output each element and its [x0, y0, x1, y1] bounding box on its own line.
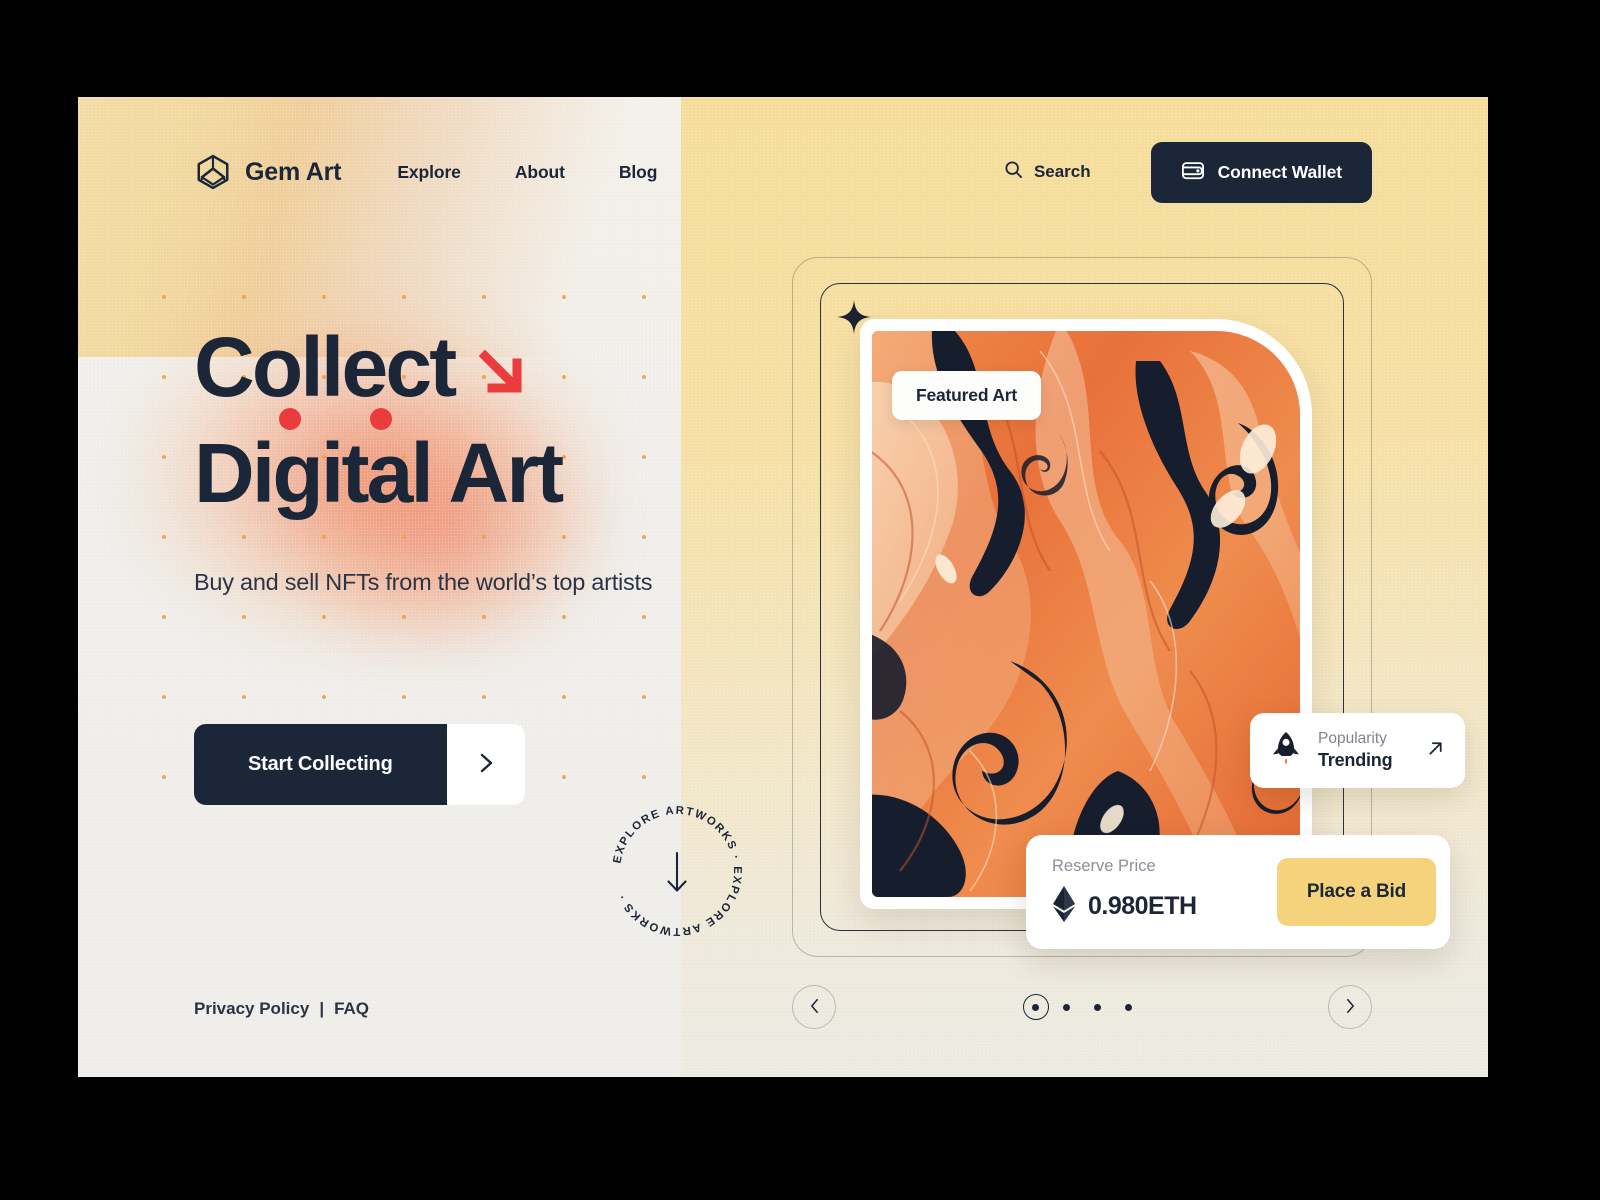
chevron-right-icon	[1343, 997, 1358, 1018]
headline-line-1-row: Collect	[194, 325, 834, 409]
brand-logo-group[interactable]: Gem Art	[194, 153, 342, 191]
faq-link[interactable]: FAQ	[334, 999, 369, 1019]
artwork-carousel-controls	[792, 985, 1372, 1029]
nav-item-blog[interactable]: Blog	[619, 162, 658, 183]
start-collecting-group: Start Collecting	[194, 724, 525, 805]
page-title: Collect Digital Art	[194, 325, 834, 515]
carousel-dots	[1032, 1003, 1132, 1011]
arrow-down-right-icon	[472, 333, 530, 401]
chevron-right-icon	[476, 751, 496, 778]
connect-wallet-button[interactable]: Connect Wallet	[1150, 141, 1372, 203]
footer-links: Privacy Policy | FAQ	[194, 999, 369, 1019]
popularity-card[interactable]: Popularity Trending	[1250, 713, 1466, 788]
page-canvas: Gem Art Explore About Blog Search Connec…	[78, 97, 1488, 1077]
carousel-dot-4[interactable]	[1125, 1003, 1132, 1011]
artwork-showcase: Featured Art Popularity Trending Reserve…	[792, 257, 1466, 957]
carousel-dot-3[interactable]	[1094, 1003, 1101, 1011]
arrow-up-right-icon[interactable]	[1426, 739, 1445, 763]
carousel-dot-2[interactable]	[1063, 1003, 1070, 1011]
popularity-value: Trending	[1318, 750, 1393, 770]
reserve-price-row: 0.980ETH	[1052, 886, 1197, 927]
hero-subtitle: Buy and sell NFTs from the world’s top a…	[194, 569, 653, 595]
reserve-price-label: Reserve Price	[1052, 857, 1156, 875]
hero-section: Collect Digital Art Buy and sell NFTs fr…	[194, 325, 834, 596]
reserve-price-info: Reserve Price 0.980ETH	[1052, 857, 1197, 927]
rocket-icon	[1270, 731, 1302, 770]
nav-item-explore[interactable]: Explore	[397, 162, 461, 183]
carousel-dot-1[interactable]	[1032, 1003, 1039, 1011]
brand-name: Gem Art	[245, 157, 342, 186]
privacy-policy-link[interactable]: Privacy Policy	[194, 999, 309, 1019]
nav-item-about[interactable]: About	[515, 162, 565, 183]
main-nav: Explore About Blog	[397, 162, 657, 183]
search-icon	[1004, 160, 1023, 184]
chevron-left-icon	[807, 997, 822, 1018]
artwork-matte: Featured Art	[860, 319, 1312, 909]
popularity-label: Popularity	[1318, 730, 1387, 747]
place-a-bid-button[interactable]: Place a Bid	[1276, 858, 1436, 926]
ethereum-icon	[1052, 886, 1076, 927]
featured-art-badge: Featured Art	[892, 371, 1041, 420]
connect-wallet-label: Connect Wallet	[1217, 161, 1342, 182]
header-actions: Search Connect Wallet	[1004, 141, 1372, 203]
headline-accent-dot-1	[279, 408, 301, 430]
arrow-down-icon	[667, 851, 687, 892]
start-collecting-button[interactable]: Start Collecting	[194, 724, 447, 805]
search-label: Search	[1033, 162, 1091, 181]
headline-line-1: Collect	[194, 320, 457, 414]
headline-line-2: Digital Art	[194, 426, 564, 520]
footer-separator: |	[319, 999, 325, 1018]
carousel-next-button[interactable]	[1328, 985, 1372, 1029]
wallet-icon	[1181, 159, 1205, 186]
explore-artworks-badge[interactable]: EXPLORE ARTWORKS · EXPLORE ARTWORKS ·	[597, 791, 757, 951]
reserve-price-card: Reserve Price 0.980ETH Place a Bid	[1026, 835, 1450, 949]
popularity-meta: Popularity Trending	[1318, 730, 1393, 771]
headline-accent-dot-2	[370, 408, 392, 430]
headline-line-2-row: Digital Art	[194, 408, 564, 515]
start-collecting-arrow-button[interactable]	[446, 724, 525, 805]
reserve-price-value: 0.980ETH	[1088, 892, 1197, 920]
carousel-prev-button[interactable]	[792, 985, 836, 1029]
site-header: Gem Art Explore About Blog Search Connec…	[78, 97, 1488, 247]
search-button[interactable]: Search	[1004, 160, 1091, 184]
gem-hexagon-icon	[194, 153, 232, 191]
